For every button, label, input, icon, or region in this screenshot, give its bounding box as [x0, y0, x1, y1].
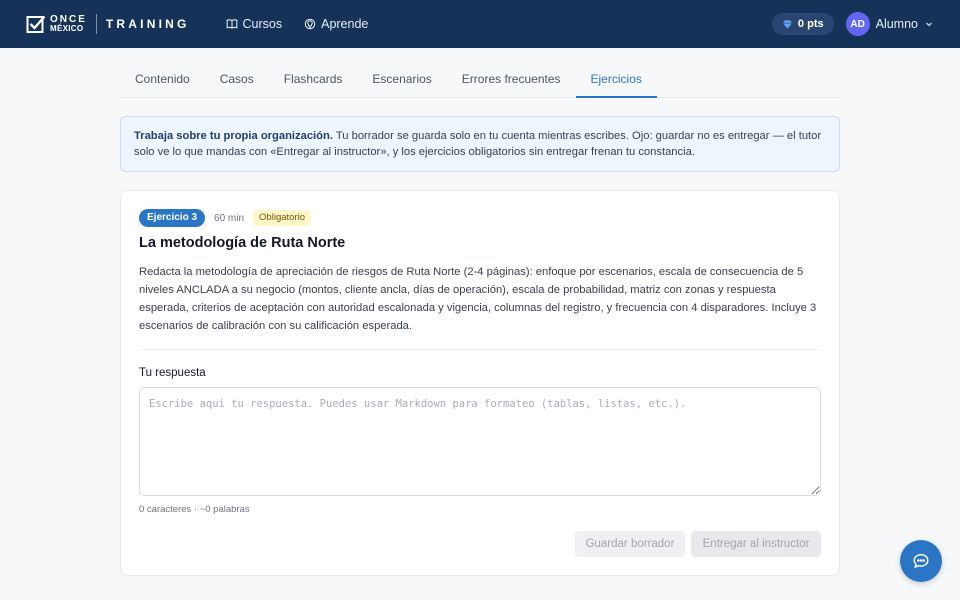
book-open-icon	[226, 19, 237, 29]
info-notice: Trabaja sobre tu propia organización. Tu…	[120, 116, 840, 172]
logo-separator	[95, 14, 97, 34]
response-label: Tu respuesta	[139, 367, 206, 379]
main-nav: Cursos Aprende	[226, 17, 368, 31]
divider	[139, 349, 821, 350]
nav-link-label: Aprende	[321, 17, 369, 31]
response-textarea[interactable]	[139, 387, 821, 496]
check-box-logo-icon	[26, 15, 46, 33]
submit-to-instructor-button[interactable]: Entregar al instructor	[691, 531, 821, 557]
exercise-number-badge: Ejercicio 3	[139, 209, 206, 227]
points-value: 0 pts	[797, 18, 824, 30]
save-draft-button[interactable]: Guardar borrador	[575, 531, 685, 557]
tab-contenido[interactable]: Contenido	[120, 62, 205, 98]
gem-icon	[782, 19, 793, 29]
logo-once-text: ONCE	[50, 14, 87, 25]
nav-link-cursos[interactable]: Cursos	[226, 17, 283, 31]
exercise-description: Redacta la metodología de apreciación de…	[139, 266, 817, 332]
brand-training-text: TRAINING	[105, 17, 190, 31]
tab-errores-frecuentes[interactable]: Errores frecuentes	[447, 62, 576, 98]
chat-bubble-icon	[913, 553, 929, 569]
character-counter: 0 caracteres · ~0 palabras	[139, 504, 250, 515]
tab-ejercicios[interactable]: Ejercicios	[575, 62, 657, 98]
brand-logo[interactable]: ONCE MÉXICO TRAINING	[26, 0, 190, 48]
top-navbar: ONCE MÉXICO TRAINING Cursos Aprende 0 pt…	[0, 0, 960, 48]
tab-flashcards[interactable]: Flashcards	[269, 62, 358, 98]
tab-escenarios[interactable]: Escenarios	[357, 62, 446, 98]
exercise-meta: Ejercicio 3 60 min Obligatorio	[139, 209, 311, 227]
user-name: Alumno	[875, 17, 918, 31]
points-badge[interactable]: 0 pts	[771, 13, 834, 35]
chevron-down-icon	[926, 22, 932, 27]
exercise-title: La metodología de Ruta Norte	[139, 235, 346, 251]
exercise-duration: 60 min	[214, 212, 245, 224]
user-menu[interactable]: AD Alumno	[845, 12, 934, 36]
avatar: AD	[845, 12, 870, 36]
logo-mexico-text: MÉXICO	[50, 24, 84, 33]
nav-link-label: Cursos	[242, 17, 283, 31]
tab-casos[interactable]: Casos	[205, 62, 269, 98]
nav-link-aprende[interactable]: Aprende	[304, 17, 368, 31]
lightbulb-icon	[304, 18, 316, 30]
chat-button[interactable]	[900, 540, 942, 582]
exercise-card: Ejercicio 3 60 min Obligatorio La metodo…	[120, 190, 840, 576]
section-tabs: Contenido Casos Flashcards Escenarios Er…	[120, 62, 840, 98]
notice-bold-text: Trabaja sobre tu propia organización.	[134, 130, 333, 142]
required-badge: Obligatorio	[253, 210, 311, 226]
